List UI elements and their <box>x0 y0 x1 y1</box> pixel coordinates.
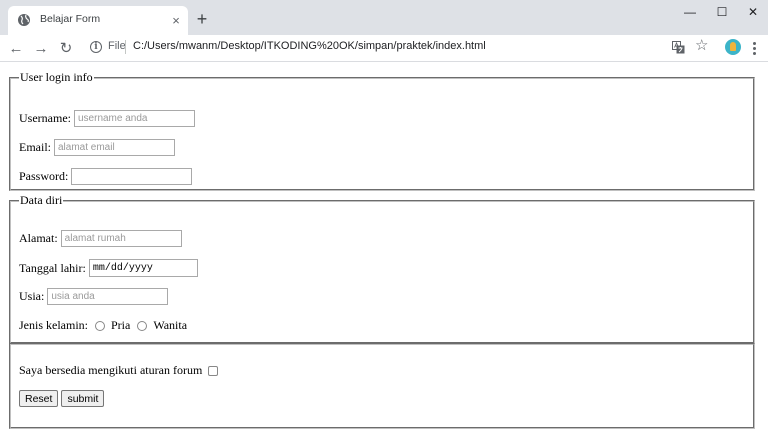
fieldset-agreement: Saya bersedia mengikuti aturan forum Res… <box>9 343 755 429</box>
gender-radio-pria[interactable] <box>95 320 105 331</box>
submit-button[interactable]: submit <box>61 390 105 407</box>
close-icon[interactable]: × <box>168 12 184 28</box>
address-label: Alamat: <box>19 231 58 245</box>
star-icon[interactable]: ☆ <box>695 38 708 53</box>
avatar[interactable] <box>725 39 741 55</box>
minimize-button[interactable]: — <box>672 0 708 24</box>
gender-option-wanita: Wanita <box>153 318 188 332</box>
info-icon[interactable]: i <box>90 41 102 53</box>
agreement-label: Saya bersedia mengikuti aturan forum <box>19 363 203 377</box>
dob-date-input[interactable]: mm/dd/yyyy <box>88 259 198 277</box>
fieldset-user-login: User login info Username: Email: Passwor… <box>9 70 755 191</box>
fieldset-data-diri: Data diri Alamat: Tanggal lahir: mm/dd/y… <box>9 193 755 344</box>
row-tanggal-lahir: Tanggal lahir: mm/dd/yyyy <box>19 259 198 277</box>
agreement-checkbox[interactable] <box>208 365 219 376</box>
address-separator <box>125 40 126 54</box>
new-tab-button[interactable]: + <box>192 9 212 29</box>
page-content: User login info Username: Email: Passwor… <box>0 62 768 432</box>
row-password: Password: <box>19 168 193 185</box>
gender-option-pria: Pria <box>111 318 131 332</box>
password-label: Password: <box>19 169 69 183</box>
row-jenis-kelamin: Jenis kelamin: Pria Wanita <box>19 318 187 333</box>
row-alamat: Alamat: <box>19 230 182 247</box>
back-button[interactable]: ← <box>7 39 25 57</box>
username-input[interactable] <box>73 110 195 127</box>
row-username: Username: <box>19 110 195 127</box>
forward-button[interactable]: → <box>32 39 50 57</box>
reload-button[interactable]: ↻ <box>57 39 75 57</box>
age-label: Usia: <box>19 289 45 303</box>
window-close-button[interactable]: ✕ <box>735 0 768 24</box>
row-usia: Usia: <box>19 288 169 305</box>
email-label: Email: <box>19 140 51 154</box>
legend-user-login: User login info <box>20 70 93 84</box>
dob-label: Tanggal lahir: <box>19 260 86 275</box>
address-bar[interactable]: C:/Users/mwanm/Desktop/ITKODING%20OK/sim… <box>133 40 486 52</box>
legend-data-diri: Data diri <box>20 193 63 207</box>
tab-belajar-form[interactable]: Belajar Form × <box>8 6 188 35</box>
reset-button[interactable]: Reset <box>19 390 59 407</box>
address-input[interactable] <box>60 230 182 247</box>
row-buttons: Reset submit <box>19 390 105 407</box>
password-input[interactable] <box>71 168 193 185</box>
tab-title: Belajar Form <box>40 13 101 25</box>
kebab-menu-icon[interactable] <box>748 39 760 57</box>
translate-icon[interactable] <box>672 41 685 54</box>
email-input[interactable] <box>54 139 175 156</box>
globe-icon <box>18 14 30 26</box>
gender-radio-wanita[interactable] <box>137 320 148 331</box>
row-agreement: Saya bersedia mengikuti aturan forum <box>19 363 219 378</box>
gender-label: Jenis kelamin: <box>19 318 88 332</box>
row-email: Email: <box>19 139 175 156</box>
tab-strip: Belajar Form × + — ☐ ✕ <box>0 0 768 35</box>
browser-toolbar: ← → ↻ i File C:/Users/mwanm/Desktop/ITKO… <box>0 35 768 62</box>
username-label: Username: <box>19 111 71 125</box>
url-scheme[interactable]: File <box>108 40 126 52</box>
age-input[interactable] <box>47 288 169 305</box>
